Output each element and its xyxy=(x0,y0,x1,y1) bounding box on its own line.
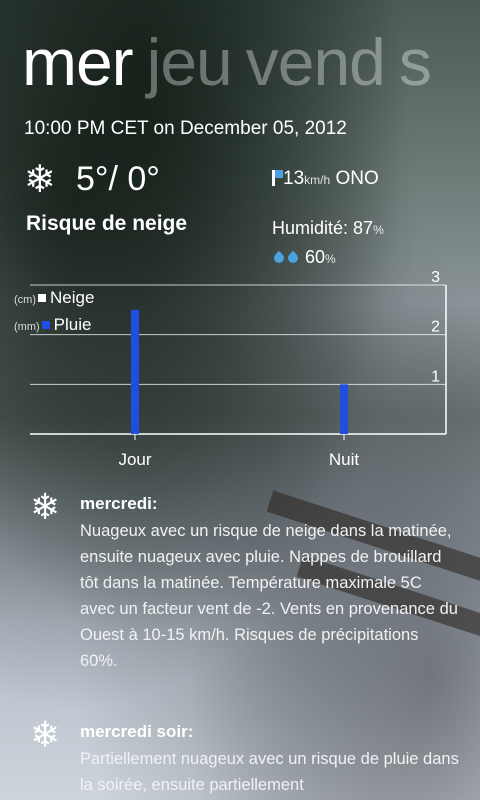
snowflake-icon: ❄ xyxy=(30,487,61,528)
chart-y-tick-label: 3 xyxy=(431,270,440,286)
humidity-value: 87 xyxy=(353,218,374,238)
raindrops-icon xyxy=(271,250,287,266)
legend-item-pluie: (mm) Pluie xyxy=(14,315,91,335)
forecast-period-title: mercredi: xyxy=(80,494,158,513)
day-pivot-header: mer jeu vend s xyxy=(22,22,445,102)
legend-unit-pluie: (mm) xyxy=(14,321,40,333)
legend-label-neige: Neige xyxy=(50,288,95,307)
chart-bar-pluie xyxy=(131,309,139,434)
precipitation-chart: 1 2 3 Jour Nuit (cm) Neige (mm) Pluie xyxy=(0,269,480,480)
chart-y-tick-label: 2 xyxy=(431,319,440,336)
humidity-percent: % xyxy=(373,223,384,237)
forecast-period-text: Nuageux avec un risque de neige dans la … xyxy=(80,522,458,670)
humidity-info: Humidité: 87% xyxy=(272,218,384,239)
pivot-day-fri[interactable]: vend xyxy=(246,25,386,99)
wind-flag-icon xyxy=(272,170,283,186)
pivot-day-thu[interactable]: jeu xyxy=(147,25,233,99)
legend-unit-neige: (cm) xyxy=(14,294,36,306)
observation-timestamp: 10:00 PM CET on December 05, 2012 xyxy=(24,118,347,139)
precipitation-value: 60 xyxy=(305,247,326,267)
pivot-day-wed[interactable]: mer xyxy=(22,25,134,99)
precipitation-percent: % xyxy=(325,252,336,266)
humidity-label: Humidité: xyxy=(272,218,349,238)
temperature-range: 5°/ 0° xyxy=(76,160,160,198)
snowflake-icon: ❄ xyxy=(24,157,56,201)
legend-swatch-pluie xyxy=(41,321,50,329)
precipitation-info: 60% xyxy=(271,247,336,268)
forecast-period-text: Partiellement nuageux avec un risque de … xyxy=(80,750,459,794)
forecast-period: mercredi soir: Partiellement nuageux ave… xyxy=(80,722,460,798)
forecast-period: mercredi: Nuageux avec un risque de neig… xyxy=(80,494,460,674)
chart-category-label: Nuit xyxy=(329,450,360,469)
legend-swatch-neige xyxy=(38,294,46,302)
forecast-period-title: mercredi soir: xyxy=(80,722,194,741)
condition-label: Risque de neige xyxy=(26,212,188,235)
wind-info: 13km/h ONO xyxy=(272,168,379,190)
wind-unit: km/h xyxy=(304,173,331,187)
chart-category-label: Jour xyxy=(118,450,151,469)
snowflake-icon: ❄ xyxy=(30,715,61,756)
raindrops-icon xyxy=(285,250,301,266)
pivot-day-sat[interactable]: s xyxy=(399,25,432,99)
legend-label-pluie: Pluie xyxy=(53,315,92,334)
legend-item-neige: (cm) Neige xyxy=(14,288,94,308)
wind-direction: ONO xyxy=(335,168,379,189)
chart-y-tick-label: 1 xyxy=(431,368,440,385)
chart-bar-pluie xyxy=(340,384,348,434)
wind-speed: 13 xyxy=(283,168,305,189)
